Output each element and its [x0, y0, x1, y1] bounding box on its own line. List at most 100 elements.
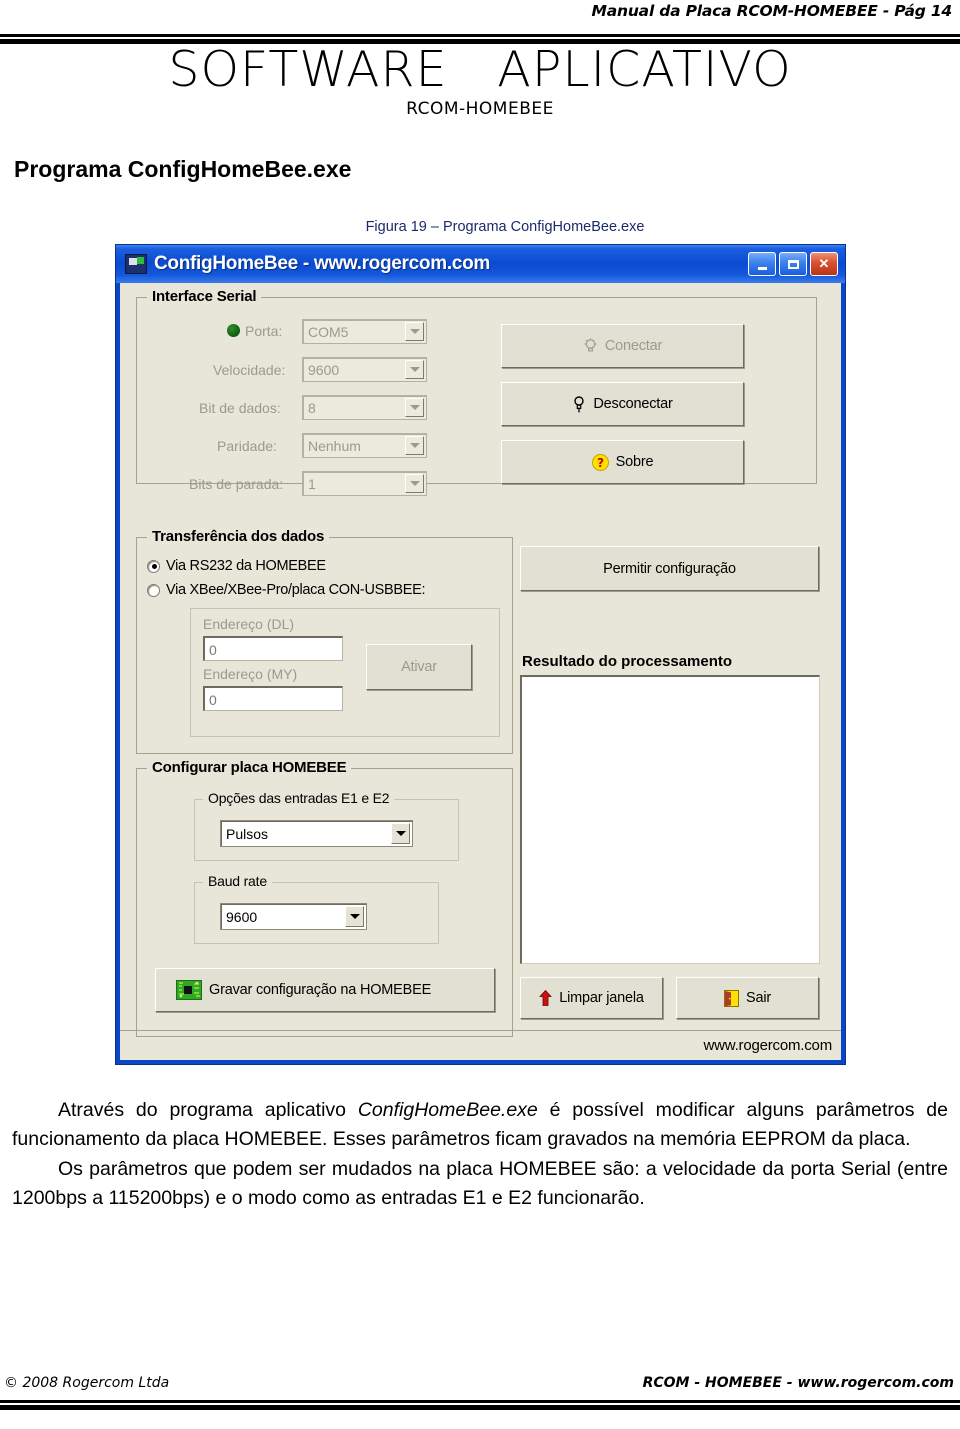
- lamp-off-icon: [584, 337, 597, 351]
- window-client-area: Interface Serial Porta: Velocidade: Bit …: [120, 283, 841, 1060]
- radio-via-xbee[interactable]: Via XBee/XBee-Pro/placa CON-USBBEE:: [147, 582, 426, 598]
- label-porta: Porta:: [245, 323, 283, 339]
- group-baud-rate-title: Baud rate: [203, 873, 272, 889]
- footer-rule-1: [0, 1400, 960, 1403]
- paragraph-2-text: Os parâmetros que podem ser mudados na p…: [12, 1158, 948, 1209]
- clear-window-button-label: Limpar janela: [559, 990, 644, 1006]
- radio-via-rs232-label: Via RS232 da HOMEBEE: [166, 558, 326, 574]
- page-title: SOFTWARE APLICATIVO: [168, 41, 792, 98]
- combo-opcoes-entradas[interactable]: Pulsos: [220, 820, 413, 847]
- permit-config-button[interactable]: Permitir configuração: [520, 546, 819, 591]
- label-endereco-dl: Endereço (DL): [203, 616, 295, 632]
- body-copy: Através do programa aplicativo ConfigHom…: [12, 1096, 948, 1215]
- footer-copyright: © 2008 Rogercom Ltda: [4, 1375, 170, 1391]
- close-icon[interactable]: ✕: [810, 252, 838, 276]
- combo-opcoes-entradas-value: Pulsos: [226, 825, 269, 842]
- combo-bits-de-parada-value: 1: [308, 475, 316, 492]
- result-label: Resultado do processamento: [522, 653, 733, 670]
- endereco-dl-input[interactable]: 0: [203, 636, 343, 661]
- group-transferencia-dos-dados: Transferência dos dados Via RS232 da HOM…: [136, 528, 513, 754]
- group-configurar-placa-title: Configurar placa HOMEBEE: [147, 759, 352, 776]
- radio-via-xbee-label: Via XBee/XBee-Pro/placa CON-USBBEE:: [166, 582, 426, 598]
- header-rule-1: [0, 34, 960, 37]
- exit-door-icon: [724, 989, 739, 1007]
- label-endereco-my: Endereço (MY): [203, 666, 298, 682]
- group-opcoes-entradas: Opções das entradas E1 e E2 Pulsos: [194, 790, 459, 861]
- combo-paridade-value: Nenhum: [308, 437, 361, 454]
- exit-button[interactable]: Sair: [676, 977, 819, 1019]
- window-title-bar[interactable]: ConfigHomeBee - www.rogercom.com ✕: [116, 245, 845, 283]
- title-block: SOFTWARE APLICATIVO RCOM-HOMEBEE: [0, 41, 960, 120]
- label-velocidade: Velocidade:: [213, 362, 286, 378]
- chevron-down-icon[interactable]: [345, 906, 364, 927]
- footer-rule-2: [0, 1405, 960, 1410]
- app-board-icon: [125, 254, 147, 274]
- radio-dot-icon: [147, 583, 160, 597]
- endereco-my-input[interactable]: 0: [203, 686, 343, 711]
- activate-button[interactable]: Ativar: [366, 644, 472, 690]
- write-config-button[interactable]: Gravar configuração na HOMEBEE: [155, 968, 495, 1012]
- application-window: ConfigHomeBee - www.rogercom.com ✕ Inter…: [115, 244, 846, 1065]
- combo-velocidade[interactable]: 9600: [302, 357, 427, 382]
- page-header-text: Manual da Placa RCOM-HOMEBEE - Pág 14: [591, 2, 953, 20]
- combo-bit-de-dados[interactable]: 8: [302, 395, 427, 420]
- combo-bit-de-dados-value: 8: [308, 399, 316, 416]
- group-opcoes-entradas-title: Opções das entradas E1 e E2: [203, 790, 395, 806]
- about-button[interactable]: ? Sobre: [501, 440, 744, 484]
- port-status-led: [227, 324, 240, 337]
- chevron-down-icon[interactable]: [405, 360, 424, 379]
- paragraph-1-emphasis: ConfigHomeBee.exe: [357, 1099, 538, 1121]
- svg-text:?: ?: [597, 456, 604, 470]
- label-bits-de-parada: Bits de parada:: [189, 476, 284, 492]
- write-config-button-label: Gravar configuração na HOMEBEE: [209, 982, 432, 998]
- status-bar-text: www.rogercom.com: [703, 1037, 833, 1054]
- result-textarea[interactable]: [520, 675, 820, 964]
- group-transferencia-title: Transferência dos dados: [147, 528, 330, 545]
- result-textarea-value: [522, 677, 819, 683]
- combo-bits-de-parada[interactable]: 1: [302, 471, 427, 496]
- combo-baud-rate[interactable]: 9600: [220, 903, 367, 930]
- footer-brand: RCOM - HOMEBEE - www.rogercom.com: [642, 1375, 954, 1391]
- label-bit-de-dados: Bit de dados:: [199, 400, 281, 416]
- section-heading: Programa ConfigHomeBee.exe: [14, 156, 352, 182]
- page-subtitle: RCOM-HOMEBEE: [406, 99, 554, 120]
- radio-via-rs232[interactable]: Via RS232 da HOMEBEE: [147, 558, 326, 574]
- maximize-icon[interactable]: [779, 252, 807, 276]
- disconnect-button[interactable]: Desconectar: [501, 382, 744, 426]
- connect-button-label: Conectar: [604, 338, 663, 354]
- radio-dot-icon: [147, 559, 160, 573]
- chevron-down-icon[interactable]: [405, 474, 424, 493]
- red-up-arrow-icon: [539, 990, 553, 1006]
- permit-config-button-label: Permitir configuração: [603, 560, 736, 577]
- group-interface-serial-title: Interface Serial: [147, 288, 262, 305]
- combo-porta[interactable]: COM5: [302, 319, 427, 344]
- label-paridade: Paridade:: [217, 438, 277, 454]
- about-button-label: Sobre: [615, 454, 654, 470]
- combo-paridade[interactable]: Nenhum: [302, 433, 427, 458]
- clear-window-button[interactable]: Limpar janela: [520, 977, 663, 1019]
- pcb-chip-icon: [176, 980, 202, 1000]
- disconnect-button-label: Desconectar: [593, 396, 673, 412]
- group-baud-rate: Baud rate 9600: [194, 873, 439, 944]
- chevron-down-icon[interactable]: [405, 322, 424, 341]
- page-header: Manual da Placa RCOM-HOMEBEE - Pág 14: [0, 0, 960, 44]
- lamp-on-icon: [574, 396, 585, 413]
- connect-button[interactable]: Conectar: [501, 324, 744, 368]
- minimize-icon[interactable]: [748, 252, 776, 276]
- combo-porta-value: COM5: [308, 323, 349, 340]
- window-controls: ✕: [748, 252, 838, 276]
- group-interface-serial: Interface Serial Porta: Velocidade: Bit …: [136, 288, 817, 496]
- page-footer: © 2008 Rogercom Ltda RCOM - HOMEBEE - ww…: [0, 1369, 960, 1429]
- chevron-down-icon[interactable]: [405, 436, 424, 455]
- chevron-down-icon[interactable]: [391, 823, 410, 844]
- figure-caption: Figura 19 – Programa ConfigHomeBee.exe: [365, 219, 645, 235]
- chevron-down-icon[interactable]: [405, 398, 424, 417]
- group-configurar-placa: Configurar placa HOMEBEE Opções das entr…: [136, 759, 513, 1037]
- paragraph-1-part-a: Através do programa aplicativo: [58, 1099, 358, 1121]
- exit-button-label: Sair: [746, 990, 771, 1006]
- help-icon: ?: [591, 453, 609, 471]
- combo-baud-rate-value: 9600: [226, 908, 258, 925]
- combo-velocidade-value: 9600: [308, 361, 340, 378]
- activate-button-label: Ativar: [401, 659, 437, 675]
- paragraph-2: Os parâmetros que podem ser mudados na p…: [12, 1155, 948, 1212]
